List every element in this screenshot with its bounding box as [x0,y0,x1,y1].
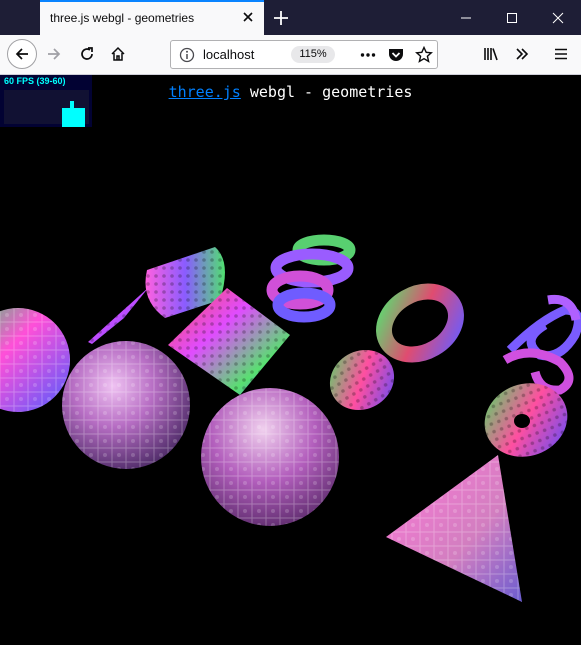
threejs-link[interactable]: three.js [169,83,241,101]
reload-button[interactable] [73,40,101,68]
minimize-icon [461,17,471,19]
torus-knot-shape [502,294,581,395]
pocket-icon[interactable] [387,46,405,64]
maximize-button[interactable] [489,0,535,35]
page-title-text: webgl - geometries [240,83,413,101]
left-sphere-shape [0,308,70,412]
chevron-double-right-icon [516,48,529,60]
library-icon [484,48,498,61]
sphere-left-shape [62,341,190,469]
tab-title: three.js webgl - geometries [50,11,195,25]
plane-shape [88,287,149,344]
back-arrow-icon [15,48,28,60]
maximize-icon [507,13,517,23]
bookmark-star-icon[interactable] [415,45,433,64]
new-tab-button[interactable] [270,7,292,29]
back-button[interactable] [7,39,37,69]
forward-arrow-icon [48,48,61,60]
site-info-icon[interactable] [179,47,195,63]
sphere-center-shape [201,388,339,526]
webgl-viewport[interactable]: three.js webgl - geometries 60 FPS (39-6… [0,75,581,645]
fps-graph-bar [62,108,85,127]
fps-graph-tick [70,101,74,110]
hamburger-menu-button[interactable] [547,40,575,68]
navigation-toolbar: localhost 115% [0,35,581,75]
fps-stats-panel[interactable]: 60 FPS (39-60) [0,75,92,127]
minimize-button[interactable] [443,0,489,35]
url-text[interactable]: localhost [203,47,285,62]
active-tab[interactable]: three.js webgl - geometries [40,0,264,35]
reload-icon [81,47,93,60]
forward-button[interactable] [40,40,68,68]
hamburger-menu-icon [555,48,567,60]
close-icon [552,12,564,24]
page-actions-icon[interactable] [359,46,377,64]
library-button[interactable] [477,40,505,68]
home-button[interactable] [104,40,132,68]
geometries-scene [0,234,581,602]
home-icon [111,46,125,61]
torus-stack-shape [266,234,356,323]
torus-shape [376,283,464,363]
close-tab-icon[interactable] [240,9,256,25]
triangle-shape [386,455,522,602]
url-bar[interactable]: localhost 115% [170,40,438,69]
plus-icon [274,11,288,25]
overflow-menu-button[interactable] [508,40,536,68]
close-window-button[interactable] [535,0,581,35]
fps-readout: 60 FPS (39-60) [4,76,66,86]
tab-strip: three.js webgl - geometries [0,0,581,35]
zoom-indicator[interactable]: 115% [291,46,335,63]
